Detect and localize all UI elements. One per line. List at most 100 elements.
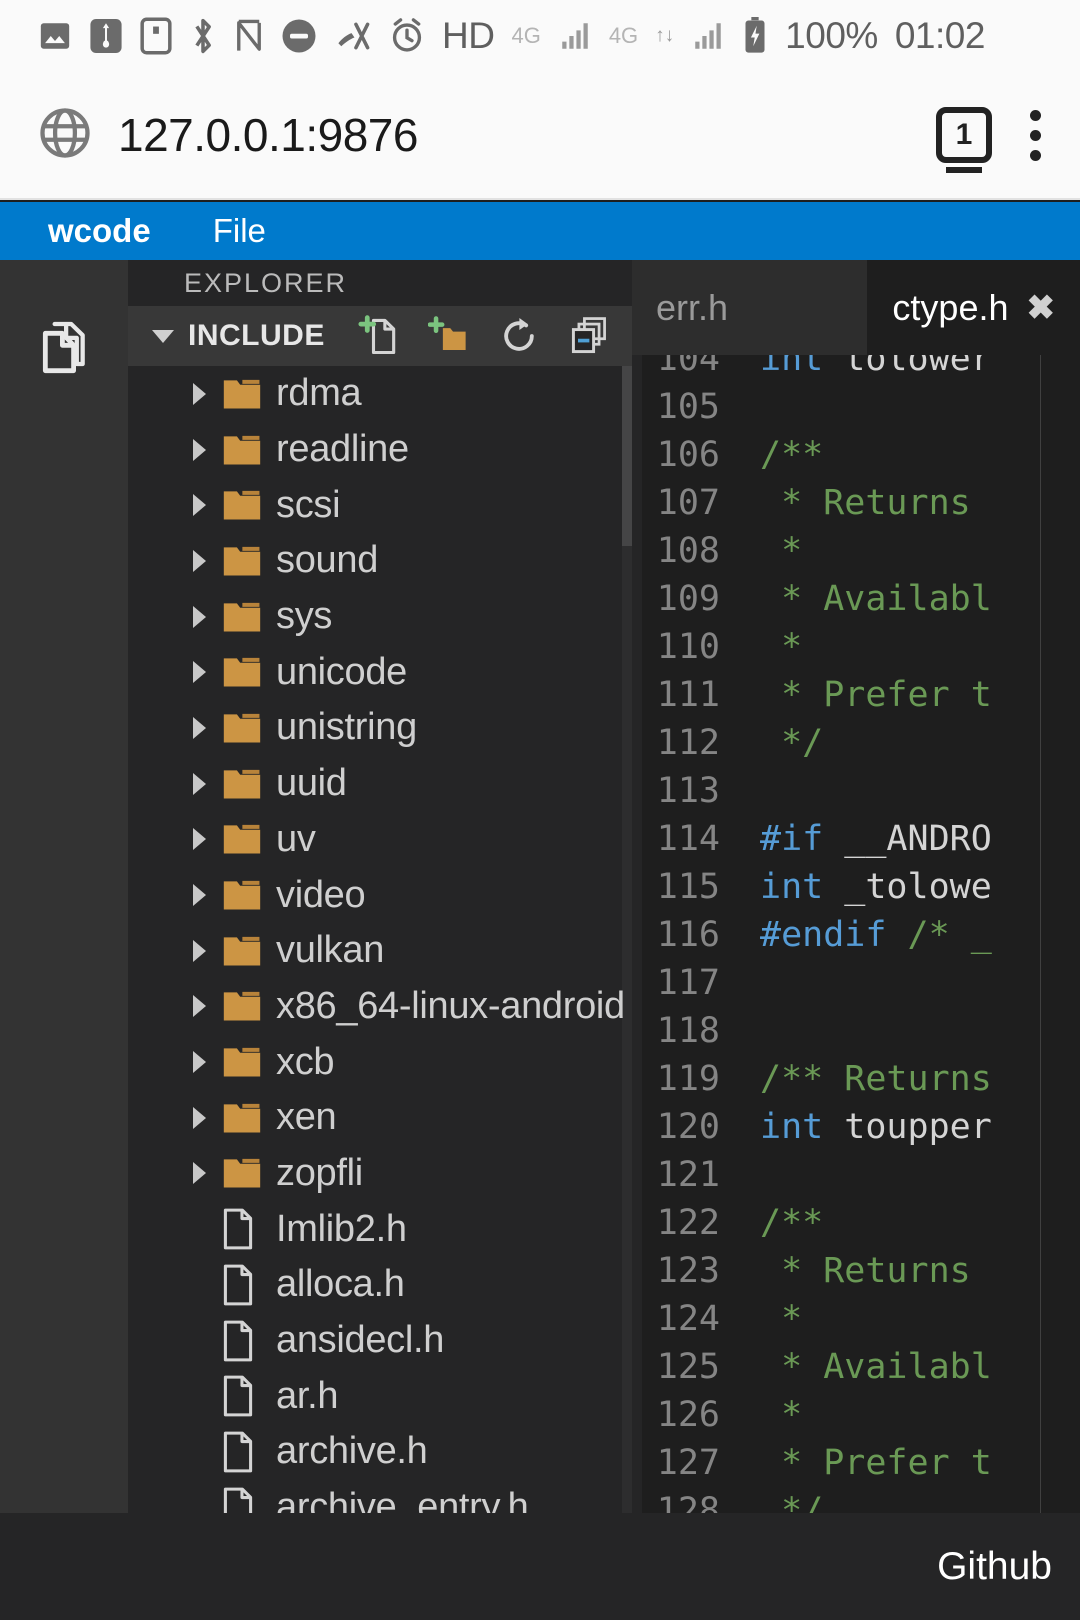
chevron-right-icon[interactable] <box>184 939 214 962</box>
tree-item-folder[interactable]: unicode <box>128 644 632 700</box>
code-text: * Availabl <box>760 1347 992 1387</box>
chevron-right-icon[interactable] <box>184 661 214 684</box>
signal-bars-1-icon <box>558 19 592 53</box>
line-number: 125 <box>656 1347 720 1387</box>
do-not-disturb-icon <box>281 18 317 54</box>
line-number: 120 <box>656 1107 720 1147</box>
tree-item-folder[interactable]: video <box>128 867 632 923</box>
tree-item-folder[interactable]: unistring <box>128 700 632 756</box>
code-text: * Prefer t <box>760 675 992 715</box>
tree-item-label: archive.h <box>276 1430 428 1473</box>
chevron-right-icon[interactable] <box>184 438 214 461</box>
code-text: #endif /* _ <box>760 915 992 955</box>
app-menubar: wcode File <box>0 202 1080 260</box>
sidebar-section-actions <box>358 314 622 358</box>
tree-item-folder[interactable]: xen <box>128 1090 632 1146</box>
tree-item-folder[interactable]: vulkan <box>128 923 632 979</box>
tree-item-folder[interactable]: sound <box>128 533 632 589</box>
new-file-icon[interactable] <box>358 314 400 358</box>
tree-item-file[interactable]: archive.h <box>128 1424 632 1480</box>
nfc-icon <box>234 17 264 55</box>
code-editor[interactable]: 104 int tolower 105 106/** 107 * Returns 108 … <box>632 355 1080 1513</box>
folder-icon <box>220 1153 276 1193</box>
code-line: 112 */ <box>632 719 1080 767</box>
tree-item-file[interactable]: alloca.h <box>128 1257 632 1313</box>
tree-item-folder[interactable]: uv <box>128 812 632 868</box>
code-line: 105 <box>632 383 1080 431</box>
code-text: int tolower <box>760 355 992 379</box>
tree-item-label: unistring <box>276 706 417 749</box>
chevron-right-icon[interactable] <box>184 1162 214 1185</box>
code-line: 107 * Returns <box>632 479 1080 527</box>
code-line: 106 /** <box>632 431 1080 479</box>
refresh-icon[interactable] <box>498 314 540 358</box>
tree-item-folder[interactable]: readline <box>128 422 632 478</box>
code-line-list: 104 int tolower 105 106/** 107 * Returns 108 … <box>632 355 1080 1513</box>
code-text: * Availabl <box>760 579 992 619</box>
tree-item-folder[interactable]: rdma <box>128 366 632 422</box>
tree-item-label: archive_entry.h <box>276 1486 529 1513</box>
tree-item-folder[interactable]: uuid <box>128 756 632 812</box>
bluetooth-icon <box>189 16 217 56</box>
tree-item-label: ansidecl.h <box>276 1319 445 1362</box>
folder-icon <box>220 986 276 1026</box>
tree-item-folder[interactable]: x86_64-linux-android <box>128 979 632 1035</box>
code-line: 127 * Prefer t <box>632 1439 1080 1487</box>
tree-item-folder[interactable]: zopfli <box>128 1146 632 1202</box>
chevron-right-icon[interactable] <box>184 382 214 405</box>
chevron-right-icon[interactable] <box>184 716 214 739</box>
chevron-right-icon[interactable] <box>184 549 214 572</box>
chevron-right-icon[interactable] <box>184 884 214 907</box>
tree-item-label: Imlib2.h <box>276 1207 407 1250</box>
network-label-2: 4G <box>608 23 639 48</box>
chevron-right-icon[interactable] <box>184 1051 214 1074</box>
code-text: * <box>760 1299 803 1339</box>
url-input[interactable]: 127.0.0.1:9876 <box>118 108 936 162</box>
github-status-item[interactable]: Github <box>937 1545 1052 1589</box>
chevron-right-icon[interactable] <box>184 995 214 1018</box>
code-line: 117 <box>632 959 1080 1007</box>
code-text: int toupper <box>760 1107 992 1147</box>
app-brand: wcode <box>48 212 151 249</box>
line-number: 105 <box>656 387 720 427</box>
tab-count-button[interactable]: 1 <box>936 107 992 173</box>
editor-tab[interactable]: err.h <box>632 260 869 355</box>
chevron-right-icon[interactable] <box>184 772 214 795</box>
close-icon[interactable]: ✖ <box>1027 288 1056 328</box>
activity-bar <box>0 260 128 1513</box>
activity-item-explorer[interactable] <box>0 300 128 400</box>
folder-icon <box>220 708 276 748</box>
menu-item-file[interactable]: File <box>213 212 266 250</box>
tree-item-label: uv <box>276 817 316 860</box>
tree-item-file[interactable]: ar.h <box>128 1368 632 1424</box>
data-transfer-icon: ↑↓ <box>655 25 675 47</box>
kebab-menu-icon[interactable] <box>1012 109 1058 161</box>
chevron-right-icon[interactable] <box>184 605 214 628</box>
tree-item-file[interactable]: Imlib2.h <box>128 1201 632 1257</box>
line-number: 108 <box>656 531 720 571</box>
chevron-right-icon[interactable] <box>184 828 214 851</box>
tree-item-file[interactable]: ansidecl.h <box>128 1313 632 1369</box>
tree-item-folder[interactable]: xcb <box>128 1034 632 1090</box>
code-line: 125 * Availabl <box>632 1343 1080 1391</box>
folder-icon <box>220 597 276 637</box>
code-text: * <box>760 1395 803 1435</box>
code-text: * Returns <box>760 483 971 523</box>
code-line: 108 * <box>632 527 1080 575</box>
folder-icon <box>220 931 276 971</box>
file-icon <box>220 1430 276 1474</box>
chevron-right-icon[interactable] <box>184 494 214 517</box>
sidebar-section-include[interactable]: INCLUDE <box>128 306 632 366</box>
code-line: 128 */ <box>632 1487 1080 1513</box>
code-text: * Returns <box>760 1251 971 1291</box>
tree-item-folder[interactable]: scsi <box>128 477 632 533</box>
chevron-right-icon[interactable] <box>184 1106 214 1129</box>
sidebar-scrollbar[interactable] <box>622 366 632 1513</box>
usb-icon <box>89 17 123 55</box>
clock-label: 01:02 <box>894 15 986 56</box>
new-folder-icon[interactable] <box>428 314 470 358</box>
editor-tab[interactable]: ctype.h ✖ <box>868 260 1080 355</box>
collapse-all-icon[interactable] <box>568 314 610 358</box>
tree-item-file[interactable]: archive_entry.h <box>128 1480 632 1513</box>
tree-item-folder[interactable]: sys <box>128 589 632 645</box>
